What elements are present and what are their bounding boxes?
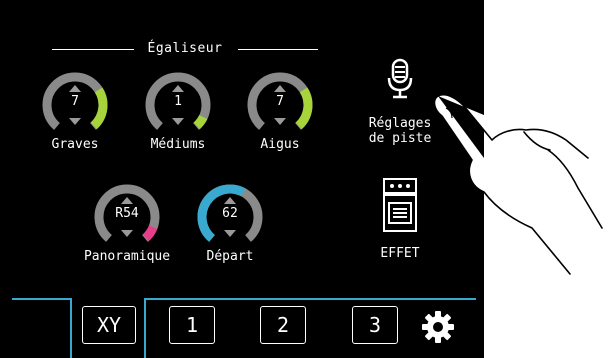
knob-label-pan: Panoramique	[83, 249, 171, 264]
knob-value: 62	[222, 206, 238, 221]
decrement-arrow-icon[interactable]	[121, 230, 133, 237]
eq-knob-graves[interactable]: 7	[40, 70, 110, 140]
knob-label-send: Départ	[206, 249, 254, 264]
increment-arrow-icon[interactable]	[274, 85, 286, 92]
tab-track-1[interactable]: 1	[169, 306, 215, 344]
device-bezel: Égaliseur 7 Graves 1 Médiums 7 Aigus R54	[0, 0, 484, 358]
increment-arrow-icon[interactable]	[69, 85, 81, 92]
decrement-arrow-icon[interactable]	[69, 118, 81, 125]
track-screen: Égaliseur 7 Graves 1 Médiums 7 Aigus R54	[12, 12, 476, 358]
knob-value: 1	[174, 94, 182, 109]
microphone-icon	[387, 58, 413, 99]
equalizer-title: Égaliseur	[147, 41, 223, 56]
knob-value: 7	[71, 94, 79, 109]
stage: Égaliseur 7 Graves 1 Médiums 7 Aigus R54	[0, 0, 608, 358]
knob-label-mediums: Médiums	[150, 137, 206, 152]
equalizer-header: Égaliseur	[52, 39, 328, 59]
knob-level	[142, 225, 158, 242]
increment-arrow-icon[interactable]	[224, 197, 236, 204]
knob-value: R54	[115, 206, 139, 221]
tab-track-2[interactable]: 2	[260, 306, 306, 344]
knob-label-aigus: Aigus	[260, 137, 300, 152]
knob-value: 7	[276, 94, 284, 109]
gear-icon[interactable]	[420, 309, 456, 345]
pan-knob[interactable]: R54	[92, 182, 162, 252]
increment-arrow-icon[interactable]	[172, 85, 184, 92]
send-knob[interactable]: 62	[195, 182, 265, 252]
decrement-arrow-icon[interactable]	[274, 118, 286, 125]
eq-knob-mediums[interactable]: 1	[143, 70, 213, 140]
tab-xy[interactable]: XY	[82, 306, 136, 344]
knob-level	[193, 114, 208, 130]
knob-label-graves: Graves	[51, 137, 99, 152]
tab-track-3[interactable]: 3	[352, 306, 398, 344]
hand-pointer-illustration	[433, 93, 603, 275]
tab-bar-line-right	[144, 298, 476, 300]
effect-unit-icon	[383, 178, 417, 232]
increment-arrow-icon[interactable]	[121, 197, 133, 204]
decrement-arrow-icon[interactable]	[224, 230, 236, 237]
decrement-arrow-icon[interactable]	[172, 118, 184, 125]
tab-bar-line-left	[12, 298, 70, 300]
eq-knob-aigus[interactable]: 7	[245, 70, 315, 140]
